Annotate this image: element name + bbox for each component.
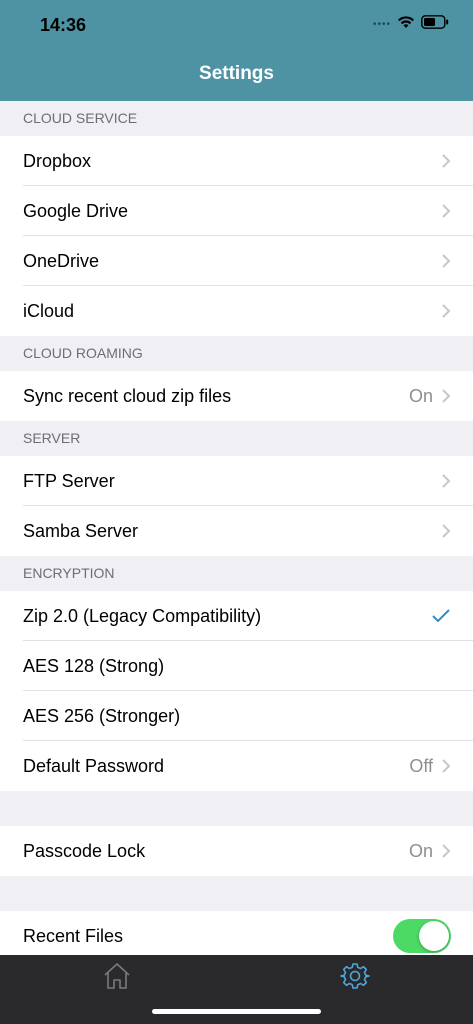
section-spacer — [0, 876, 473, 911]
row-dropbox[interactable]: Dropbox — [0, 136, 473, 186]
row-label: iCloud — [23, 300, 75, 321]
section-spacer — [0, 791, 473, 826]
row-default-password[interactable]: Default Password Off — [0, 741, 473, 791]
row-label: AES 256 (Stronger) — [23, 705, 181, 726]
section-header-encryption: ENCRYPTION — [0, 556, 473, 591]
status-indicators: •••• — [373, 15, 449, 34]
row-sync-recent-cloud-zip-files[interactable]: Sync recent cloud zip files On — [0, 371, 473, 421]
row-encryption-zip20[interactable]: Zip 2.0 (Legacy Compatibility) — [0, 591, 473, 641]
page-title: Settings — [199, 63, 274, 84]
section-header-cloud-service: CLOUD SERVICE — [0, 101, 473, 136]
cellular-signal-icon: •••• — [372, 19, 391, 30]
chevron-right-icon — [441, 843, 451, 859]
navigation-bar: 14:36 •••• Settings — [0, 0, 473, 101]
section-header-server: SERVER — [0, 421, 473, 456]
settings-list[interactable]: CLOUD SERVICE Dropbox Google Drive OneDr… — [0, 101, 473, 955]
row-label: FTP Server — [23, 470, 115, 491]
row-passcode-lock[interactable]: Passcode Lock On — [0, 826, 473, 876]
row-encryption-aes128[interactable]: AES 128 (Strong) — [0, 641, 473, 691]
row-recent-files: Recent Files — [0, 911, 473, 955]
row-label: Passcode Lock — [23, 840, 146, 861]
toggle-knob — [419, 921, 449, 951]
wifi-icon — [397, 15, 415, 34]
chevron-right-icon — [441, 303, 451, 319]
gear-icon — [340, 961, 370, 996]
status-time: 14:36 — [40, 15, 87, 35]
row-value: Off — [409, 755, 433, 776]
chevron-right-icon — [441, 253, 451, 269]
row-label: OneDrive — [23, 250, 100, 271]
row-label: Samba Server — [23, 520, 139, 541]
tab-settings[interactable] — [338, 961, 372, 995]
row-ftp-server[interactable]: FTP Server — [0, 456, 473, 506]
row-samba-server[interactable]: Samba Server — [0, 506, 473, 556]
row-value: On — [408, 385, 433, 406]
chevron-right-icon — [441, 203, 451, 219]
chevron-right-icon — [441, 153, 451, 169]
tab-home[interactable] — [100, 961, 134, 995]
row-label: Recent Files — [23, 925, 124, 946]
chevron-right-icon — [441, 388, 451, 404]
row-value: On — [408, 840, 433, 861]
row-label: Google Drive — [23, 200, 129, 221]
row-label: Dropbox — [23, 150, 92, 171]
section-header-cloud-roaming: CLOUD ROAMING — [0, 336, 473, 371]
row-encryption-aes256[interactable]: AES 256 (Stronger) — [0, 691, 473, 741]
home-icon — [102, 962, 132, 995]
home-indicator — [152, 1009, 321, 1014]
recent-files-toggle[interactable] — [393, 919, 451, 953]
row-label: AES 128 (Strong) — [23, 655, 165, 676]
chevron-right-icon — [441, 473, 451, 489]
battery-icon — [421, 15, 449, 34]
chevron-right-icon — [441, 523, 451, 539]
row-icloud[interactable]: iCloud — [0, 286, 473, 336]
row-label: Default Password — [23, 755, 165, 776]
checkmark-icon — [431, 608, 451, 624]
row-label: Sync recent cloud zip files — [23, 385, 232, 406]
row-google-drive[interactable]: Google Drive — [0, 186, 473, 236]
row-label: Zip 2.0 (Legacy Compatibility) — [23, 605, 262, 626]
chevron-right-icon — [441, 758, 451, 774]
row-onedrive[interactable]: OneDrive — [0, 236, 473, 286]
